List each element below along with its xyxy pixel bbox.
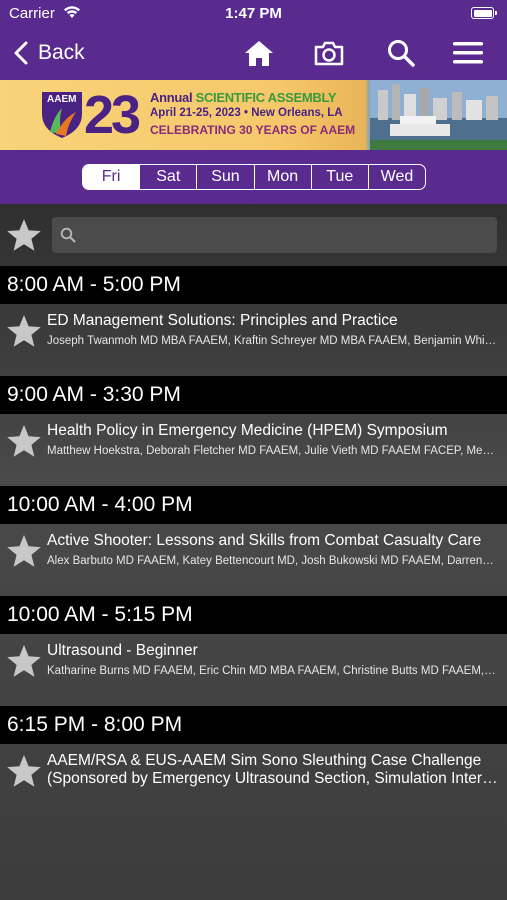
tab-wed[interactable]: Wed <box>367 165 425 189</box>
tab-fri[interactable]: Fri <box>83 165 140 189</box>
logo-text: AAEM <box>47 94 77 105</box>
star-icon[interactable] <box>6 424 42 458</box>
star-icon[interactable] <box>6 314 42 348</box>
session-speakers: Joseph Twanmoh MD MBA FAAEM, Kraftin Sch… <box>47 335 497 347</box>
battery-icon <box>471 7 497 19</box>
session-item[interactable]: AAEM/RSA & EUS-AAEM Sim Sono Sleuthing C… <box>0 744 507 816</box>
banner-line1-plain: Annual <box>150 90 196 105</box>
session-item[interactable]: Active Shooter: Lessons and Skills from … <box>0 524 507 596</box>
star-icon[interactable] <box>6 534 42 568</box>
search-row <box>0 204 507 266</box>
nav-bar: Back <box>0 28 507 78</box>
session-title: Active Shooter: Lessons and Skills from … <box>47 532 482 549</box>
magnifier-icon <box>60 227 76 243</box>
star-icon[interactable] <box>6 644 42 678</box>
time-header: 10:00 AM - 5:15 PM <box>0 596 507 634</box>
schedule-content: 8:00 AM - 5:00 PM ED Management Solution… <box>0 204 507 900</box>
time-header: 6:15 PM - 8:00 PM <box>0 706 507 744</box>
new-orleans-cityscape-image <box>370 80 507 150</box>
session-item[interactable]: ED Management Solutions: Principles and … <box>0 304 507 376</box>
time-section: 10:00 AM - 5:15 PM Ultrasound - Beginner… <box>0 596 507 706</box>
star-icon[interactable] <box>6 754 42 788</box>
tab-sat[interactable]: Sat <box>139 165 196 189</box>
search-field[interactable] <box>52 217 497 253</box>
favorites-star-icon[interactable] <box>6 218 42 252</box>
time-section: 10:00 AM - 4:00 PM Active Shooter: Lesso… <box>0 486 507 596</box>
header-area: Carrier 1:47 PM Back AAEM 23 Annual SCIE… <box>0 0 507 204</box>
session-speakers: Matthew Hoekstra, Deborah Fletcher MD FA… <box>47 445 494 457</box>
session-speakers: Katharine Burns MD FAAEM, Eric Chin MD M… <box>47 665 496 677</box>
time-section: 6:15 PM - 8:00 PM AAEM/RSA & EUS-AAEM Si… <box>0 706 507 816</box>
banner-line1-accent: SCIENTIFIC ASSEMBLY <box>195 90 337 105</box>
search-input[interactable] <box>84 217 489 253</box>
session-title-continued: (Sponsored by Emergency Ultrasound Secti… <box>47 770 498 787</box>
banner-line3: CELEBRATING 30 YEARS OF AAEM <box>150 123 356 137</box>
tab-tue[interactable]: Tue <box>310 165 368 189</box>
session-item[interactable]: Health Policy in Emergency Medicine (HPE… <box>0 414 507 486</box>
session-title: Health Policy in Emergency Medicine (HPE… <box>47 422 448 439</box>
time-header: 9:00 AM - 3:30 PM <box>0 376 507 414</box>
session-title: ED Management Solutions: Principles and … <box>47 312 398 329</box>
time-header: 8:00 AM - 5:00 PM <box>0 266 507 304</box>
time-section: 8:00 AM - 5:00 PM ED Management Solution… <box>0 266 507 376</box>
banner-year: 23 <box>84 85 141 145</box>
back-button[interactable]: Back <box>14 38 85 68</box>
session-title: Ultrasound - Beginner <box>47 642 198 659</box>
session-title: AAEM/RSA & EUS-AAEM Sim Sono Sleuthing C… <box>47 752 482 769</box>
search-icon[interactable] <box>385 38 417 68</box>
session-item[interactable]: Ultrasound - Beginner Katharine Burns MD… <box>0 634 507 706</box>
chevron-left-icon <box>14 41 28 65</box>
status-time: 1:47 PM <box>225 5 282 22</box>
banner-line1: Annual SCIENTIFIC ASSEMBLY <box>150 90 337 105</box>
back-label: Back <box>38 41 85 64</box>
session-speakers: Alex Barbuto MD FAAEM, Katey Bettencourt… <box>47 555 494 567</box>
status-bar: Carrier 1:47 PM <box>0 0 507 28</box>
home-icon[interactable] <box>243 38 275 68</box>
banner-line2: April 21-25, 2023 • New Orleans, LA <box>150 107 343 119</box>
day-tabs: Fri Sat Sun Mon Tue Wed <box>82 164 426 190</box>
tab-sun[interactable]: Sun <box>196 165 253 189</box>
time-header: 10:00 AM - 4:00 PM <box>0 486 507 524</box>
tab-mon[interactable]: Mon <box>253 165 311 189</box>
time-section: 9:00 AM - 3:30 PM Health Policy in Emerg… <box>0 376 507 486</box>
camera-icon[interactable] <box>313 38 345 68</box>
menu-icon[interactable] <box>452 38 484 68</box>
event-banner: AAEM 23 Annual SCIENTIFIC ASSEMBLY April… <box>0 80 507 150</box>
